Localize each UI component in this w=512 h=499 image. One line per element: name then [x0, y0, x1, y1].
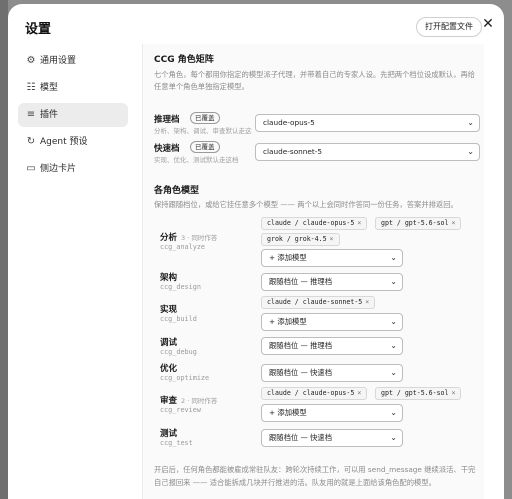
- sidebar-item-label: 通用设置: [40, 56, 77, 66]
- chevron-down-icon: ⌄: [467, 118, 474, 127]
- chevron-down-icon: ⌄: [390, 317, 397, 326]
- tier-model-select[interactable]: claude-sonnet-5 ⌄: [255, 143, 480, 161]
- role-model-select[interactable]: 跟随档位 — 快速档 ⌄: [261, 364, 403, 382]
- add-model-select[interactable]: + 添加模型 ⌄: [261, 249, 403, 267]
- override-badge: 已覆盖: [190, 112, 220, 124]
- tier-description: 实现、优化、测试默认走这档: [154, 156, 239, 164]
- sidebar-item-side-cards[interactable]: ▭ 侧边卡片: [18, 157, 128, 181]
- remove-icon[interactable]: ×: [330, 235, 334, 243]
- role-name: 优化: [160, 364, 178, 374]
- teammate-footer-note: 开启后，任何角色都能被雇成常驻队友：跨轮次持续工作，可以用 send_messa…: [154, 465, 476, 487]
- chevron-down-icon: ⌄: [390, 341, 397, 350]
- dialog-title: 设置: [25, 22, 52, 37]
- role-model-select[interactable]: 跟随档位 — 推理档 ⌄: [261, 337, 403, 355]
- chevron-down-icon: ⌄: [390, 277, 397, 286]
- model-chip[interactable]: grok / grok-4.5 ×: [261, 233, 340, 246]
- role-id: ccg_review: [160, 406, 201, 414]
- chevron-down-icon: ⌄: [390, 433, 397, 442]
- remove-icon[interactable]: ×: [452, 219, 456, 227]
- model-chip[interactable]: claude / claude-opus-5 ×: [261, 217, 368, 230]
- settings-sidebar: ⚙ 通用设置 ☷ 模型 ≡ 插件 ↻ Agent 预设 ▭ 侧边卡片: [8, 44, 132, 499]
- role-id: ccg_debug: [160, 348, 197, 356]
- remove-icon[interactable]: ×: [365, 298, 369, 306]
- role-name: 实现: [160, 305, 178, 315]
- refresh-icon: ↻: [26, 136, 36, 147]
- role-model-select[interactable]: 跟随档位 — 快速档 ⌄: [261, 429, 403, 447]
- settings-dialog: 设置 打开配置文件 ✕ ⚙ 通用设置 ☷ 模型 ≡ 插件 ↻ Agent 预设 …: [8, 4, 504, 499]
- backdrop: [0, 0, 8, 499]
- remove-icon[interactable]: ×: [357, 219, 361, 227]
- model-chip[interactable]: claude / claude-sonnet-5 ×: [261, 296, 376, 309]
- sidebar-item-label: Agent 预设: [40, 137, 88, 147]
- tier-row-reasoning: 推理档 已覆盖 分析、架构、调试、审查默认走这档 claude-opus-5 ⌄: [143, 112, 485, 136]
- chevron-down-icon: ⌄: [390, 368, 397, 377]
- model-chip[interactable]: gpt / gpt-5.6-sol ×: [375, 217, 462, 230]
- sliders-icon: ≡: [26, 109, 36, 120]
- roles-section-title: 各角色模型: [154, 186, 200, 196]
- chevron-down-icon: ⌄: [390, 253, 397, 262]
- ccg-description: 七个角色，每个都用你指定的模型派子代理，并带着自己的专家人设。先把两个档位设成默…: [154, 70, 476, 91]
- close-icon[interactable]: ✕: [480, 16, 496, 32]
- select-value: claude-opus-5: [263, 118, 315, 127]
- role-name: 审查 2 · 同时作答: [160, 396, 218, 406]
- sidebar-item-general[interactable]: ⚙ 通用设置: [18, 49, 128, 73]
- model-chip[interactable]: claude / claude-opus-5 ×: [261, 387, 368, 400]
- sidebar-item-plugins[interactable]: ≡ 插件: [18, 103, 128, 127]
- role-name: 调试: [160, 338, 178, 348]
- add-model-select[interactable]: + 添加模型 ⌄: [261, 313, 403, 331]
- tier-description: 分析、架构、调试、审查默认走这档: [154, 127, 252, 135]
- remove-icon[interactable]: ×: [357, 389, 361, 397]
- role-id: ccg_design: [160, 283, 201, 291]
- role-id: ccg_test: [160, 439, 193, 447]
- model-chip[interactable]: gpt / gpt-5.6-sol ×: [375, 387, 462, 400]
- sidebar-item-models[interactable]: ☷ 模型: [18, 76, 128, 100]
- override-badge: 已覆盖: [190, 141, 220, 153]
- open-config-button[interactable]: 打开配置文件: [416, 17, 482, 37]
- role-name: 分析 3 · 同时作答: [160, 233, 218, 243]
- role-name: 架构: [160, 273, 178, 283]
- card-icon: ▭: [26, 163, 36, 174]
- dialog-header: 设置 打开配置文件 ✕: [8, 4, 504, 44]
- sidebar-item-label: 插件: [40, 110, 59, 120]
- tier-row-fast: 快速档 已覆盖 实现、优化、测试默认走这档 claude-sonnet-5 ⌄: [143, 141, 485, 165]
- gear-icon: ⚙: [26, 55, 36, 66]
- role-model-select[interactable]: 跟随档位 — 推理档 ⌄: [261, 273, 403, 291]
- database-icon: ☷: [26, 82, 36, 93]
- tier-name: 快速档: [154, 144, 180, 154]
- ccg-section-title: CCG 角色矩阵: [154, 55, 214, 65]
- add-model-select[interactable]: + 添加模型 ⌄: [261, 404, 403, 422]
- sidebar-item-label: 模型: [40, 83, 59, 93]
- roles-description: 保持跟随档位，或给它挂任意多个模型 —— 两个以上会同时作答同一份任务，答案并排…: [154, 200, 458, 209]
- tier-model-select[interactable]: claude-opus-5 ⌄: [255, 114, 480, 132]
- chevron-down-icon: ⌄: [390, 408, 397, 417]
- role-id: ccg_build: [160, 315, 197, 323]
- role-name: 测试: [160, 429, 178, 439]
- chevron-down-icon: ⌄: [467, 147, 474, 156]
- plugin-settings-panel: CCG 角色矩阵 七个角色，每个都用你指定的模型派子代理，并带着自己的专家人设。…: [142, 44, 484, 499]
- sidebar-item-label: 侧边卡片: [40, 164, 77, 174]
- select-value: claude-sonnet-5: [263, 147, 323, 156]
- tier-name: 推理档: [154, 115, 180, 125]
- role-id: ccg_analyze: [160, 243, 206, 251]
- role-id: ccg_optimize: [160, 374, 210, 382]
- sidebar-item-agent-presets[interactable]: ↻ Agent 预设: [18, 130, 128, 154]
- remove-icon[interactable]: ×: [452, 389, 456, 397]
